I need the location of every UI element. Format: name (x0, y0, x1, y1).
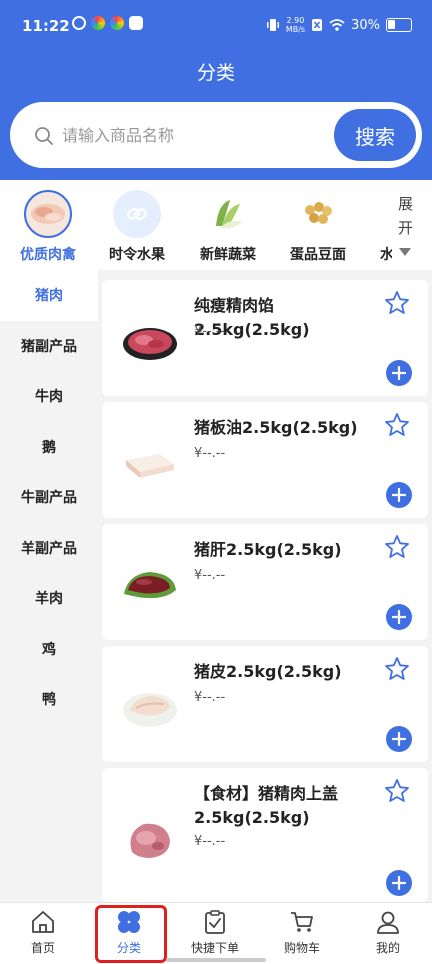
pork-lean-image (130, 823, 170, 858)
search-bar: 搜索 (10, 102, 422, 168)
status-indicators: 2.90 MB/s 30% (266, 16, 412, 34)
home-icon (32, 911, 54, 933)
quick-order-icon (205, 910, 225, 934)
product-card[interactable]: 【食材】猪精肉上盖2.5kg(2.5kg) ¥--.-- (102, 768, 428, 902)
app-notification-icon (91, 16, 105, 30)
sidebar-item-duck[interactable]: 鸭 (0, 674, 98, 725)
sidebar-item-beef[interactable]: 牛肉 (0, 371, 98, 422)
product-price: ¥--.-- (194, 834, 226, 849)
category-meat[interactable]: 优质肉禽 (3, 190, 93, 264)
category-more[interactable]: 水 (362, 190, 392, 264)
cart-icon (291, 912, 313, 932)
product-name: 【食材】猪精肉上盖2.5kg(2.5kg) (194, 784, 339, 827)
minced-pork-image (123, 328, 177, 360)
tab-quick-order[interactable]: 快捷下单 (172, 909, 258, 956)
meat-icon (24, 190, 72, 238)
bean-icon (294, 190, 342, 238)
plus-icon (392, 876, 406, 890)
category-vegetable[interactable]: 新鲜蔬菜 (183, 190, 273, 264)
product-card[interactable]: 猪肝2.5kg(2.5kg) ¥--.-- (102, 524, 428, 640)
more-icon (362, 190, 392, 238)
category-label: 优质肉禽 (20, 247, 76, 263)
category-label: 时令水果 (109, 247, 165, 263)
product-card[interactable]: 猪皮2.5kg(2.5kg) ¥--.-- (102, 646, 428, 762)
vegetable-icon (204, 190, 252, 238)
page-title: 分类 (196, 62, 235, 84)
add-to-cart-button[interactable] (386, 360, 412, 386)
product-name: 猪皮2.5kg(2.5kg) (194, 662, 342, 681)
plus-icon (392, 732, 406, 746)
product-price: ¥--.-- (194, 324, 226, 339)
category-label: 蛋品豆面 (290, 247, 346, 263)
product-card[interactable]: 猪板油2.5kg(2.5kg) ¥--.-- (102, 402, 428, 518)
add-to-cart-button[interactable] (386, 726, 412, 752)
add-to-cart-button[interactable] (386, 870, 412, 896)
bottom-tab-bar: 首页 分类 快捷下单 购物车 我的 (0, 902, 432, 964)
sidebar-item-pork-byproducts[interactable]: 猪副产品 (0, 321, 98, 372)
wifi-icon (329, 19, 345, 31)
plus-icon (392, 610, 406, 624)
product-price: ¥--.-- (194, 446, 226, 461)
star-icon[interactable] (384, 412, 410, 438)
pork-liver-image (124, 572, 176, 599)
star-icon[interactable] (384, 656, 410, 682)
tab-home[interactable]: 首页 (0, 909, 86, 956)
triangle-down-icon (399, 248, 411, 256)
tab-cart[interactable]: 购物车 (259, 909, 345, 956)
tab-profile[interactable]: 我的 (345, 909, 431, 956)
sidebar-item-chicken[interactable]: 鸡 (0, 624, 98, 675)
expand-button[interactable]: 展 开 (398, 192, 426, 264)
category-label: 新鲜蔬菜 (200, 247, 256, 263)
active-tab-highlight (95, 905, 167, 963)
battery-icon (386, 18, 412, 32)
message-icon (129, 16, 143, 30)
star-icon[interactable] (384, 778, 410, 804)
plus-icon (392, 366, 406, 380)
sim-off-icon (312, 19, 323, 31)
search-button[interactable]: 搜索 (334, 109, 416, 161)
subcategory-sidebar: 猪肉 猪副产品 牛肉 鹅 牛副产品 羊副产品 羊肉 鸡 鸭 (0, 270, 98, 902)
plus-icon (392, 488, 406, 502)
pork-fat-image (126, 454, 174, 478)
add-to-cart-button[interactable] (386, 482, 412, 508)
add-to-cart-button[interactable] (386, 604, 412, 630)
home-indicator (166, 958, 266, 962)
app-notification-icon (110, 16, 124, 30)
category-label: 水 (380, 247, 392, 263)
category-bean[interactable]: 蛋品豆面 (273, 190, 363, 264)
category-fruit[interactable]: 时令水果 (92, 190, 182, 264)
sidebar-item-lamb-byproducts[interactable]: 羊副产品 (0, 523, 98, 574)
category-bar: 优质肉禽 时令水果 新鲜蔬菜 蛋品豆面 水 (0, 180, 432, 270)
product-name: 猪板油2.5kg(2.5kg) (194, 418, 358, 437)
sidebar-item-lamb[interactable]: 羊肉 (0, 573, 98, 624)
pork-skin-image (123, 693, 177, 727)
network-speed: 2.90 MB/s (285, 16, 306, 34)
star-icon[interactable] (384, 534, 410, 560)
status-bar: 11:22 2.90 MB/s 30% (0, 0, 432, 50)
battery-level: 30% (351, 17, 380, 33)
vibrate-icon (266, 19, 279, 31)
product-card[interactable]: 纯瘦精肉馅2.5kg(2.5kg) ¥--.-- (102, 280, 428, 396)
fruit-icon (113, 190, 161, 238)
user-icon (377, 911, 399, 934)
product-price: ¥--.-- (194, 568, 226, 583)
search-icon (35, 127, 53, 145)
sidebar-item-beef-byproducts[interactable]: 牛副产品 (0, 472, 98, 523)
app-notification-icon (72, 16, 86, 30)
header: 11:22 2.90 MB/s 30% 分类 搜索 (0, 0, 432, 180)
star-icon[interactable] (384, 290, 410, 316)
product-price: ¥--.-- (194, 690, 226, 705)
sidebar-item-pork[interactable]: 猪肉 (0, 270, 98, 321)
search-input[interactable] (62, 118, 322, 152)
sidebar-item-goose[interactable]: 鹅 (0, 422, 98, 473)
product-name: 猪肝2.5kg(2.5kg) (194, 540, 342, 559)
status-time: 11:22 (22, 17, 70, 35)
notification-icons (72, 16, 143, 30)
